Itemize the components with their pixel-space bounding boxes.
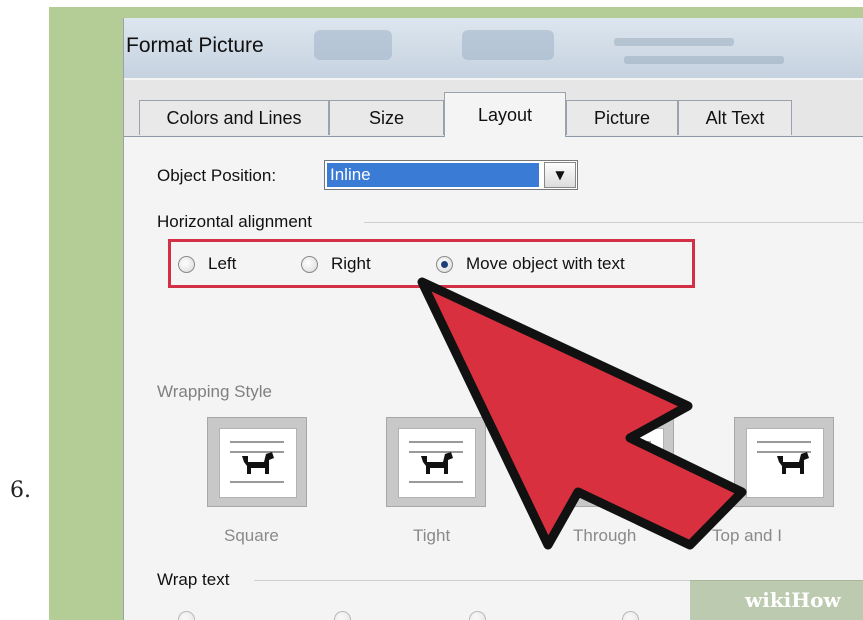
tab-size[interactable]: Size bbox=[329, 100, 444, 135]
tab-colors-and-lines[interactable]: Colors and Lines bbox=[139, 100, 329, 135]
wrap-text-radio[interactable] bbox=[469, 611, 486, 620]
wrap-tight-button[interactable] bbox=[386, 417, 486, 507]
wrap-through-label: Through bbox=[573, 526, 637, 545]
radio-move-object-with-text[interactable] bbox=[436, 256, 453, 273]
wrap-tight-label: Tight bbox=[413, 526, 451, 545]
step-number: 6. bbox=[10, 478, 31, 503]
wrap-through-button[interactable] bbox=[574, 417, 674, 507]
dropdown-arrow-icon[interactable]: ▼ bbox=[544, 162, 576, 188]
dialog-title: Format Picture bbox=[126, 34, 264, 57]
wrap-text-radio[interactable] bbox=[334, 611, 351, 620]
object-position-select[interactable]: Inline ▼ bbox=[324, 160, 578, 190]
radio-move-object-label[interactable]: Move object with text bbox=[466, 254, 625, 274]
wrap-square-button[interactable] bbox=[207, 417, 307, 507]
object-position-value: Inline bbox=[327, 163, 539, 187]
layout-tab-content: Object Position: Inline ▼ Horizontal ali… bbox=[124, 136, 863, 620]
radio-right[interactable] bbox=[301, 256, 318, 273]
wrap-square-label: Square bbox=[224, 526, 279, 545]
wrap-top-and-bottom-label: Top and I bbox=[712, 526, 782, 545]
wrapping-style-label: Wrapping Style bbox=[157, 382, 272, 401]
tab-picture[interactable]: Picture bbox=[566, 100, 678, 135]
horizontal-alignment-label: Horizontal alignment bbox=[157, 212, 312, 231]
wrap-top-and-bottom-button[interactable] bbox=[734, 417, 834, 507]
group-divider bbox=[364, 222, 863, 223]
blurred-ribbon-thumb bbox=[462, 30, 554, 60]
wrap-text-radio[interactable] bbox=[178, 611, 195, 620]
wrap-text-label: Wrap text bbox=[157, 570, 230, 589]
dog-icon bbox=[777, 452, 809, 474]
blurred-ribbon-text bbox=[624, 56, 784, 64]
radio-right-label[interactable]: Right bbox=[331, 254, 371, 274]
wikihow-watermark: wikiHow bbox=[690, 580, 863, 620]
illustration-frame: Format Picture Colors and Lines Size Lay… bbox=[49, 7, 863, 620]
blurred-ribbon-text bbox=[614, 38, 734, 46]
tab-strip: Colors and Lines Size Layout Picture Alt… bbox=[124, 80, 863, 137]
wrap-text-radio[interactable] bbox=[622, 611, 639, 620]
tab-alt-text[interactable]: Alt Text bbox=[678, 100, 792, 135]
title-bar: Format Picture bbox=[124, 18, 863, 78]
radio-left[interactable] bbox=[178, 256, 195, 273]
tab-layout[interactable]: Layout bbox=[444, 92, 566, 137]
format-picture-dialog: Format Picture Colors and Lines Size Lay… bbox=[123, 18, 863, 620]
blurred-ribbon-thumb bbox=[314, 30, 392, 60]
radio-left-label[interactable]: Left bbox=[208, 254, 236, 274]
dog-icon bbox=[242, 452, 274, 474]
dog-icon bbox=[421, 452, 453, 474]
object-position-label: Object Position: bbox=[157, 166, 277, 185]
